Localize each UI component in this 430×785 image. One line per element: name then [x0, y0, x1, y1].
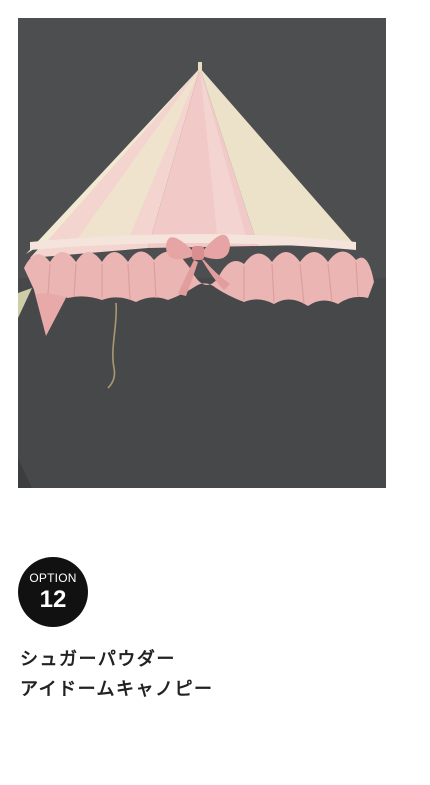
option-badge: OPTION 12 — [18, 557, 88, 627]
option-number: 12 — [39, 586, 67, 613]
product-photo — [18, 18, 386, 488]
product-title-line-2: アイドームキャノピー — [20, 679, 214, 700]
canopy-image — [18, 18, 386, 488]
product-title: シュガーパウダー アイドームキャノピー — [20, 645, 410, 705]
product-title-line-1: シュガーパウダー — [20, 649, 176, 670]
option-label: OPTION — [29, 571, 77, 585]
